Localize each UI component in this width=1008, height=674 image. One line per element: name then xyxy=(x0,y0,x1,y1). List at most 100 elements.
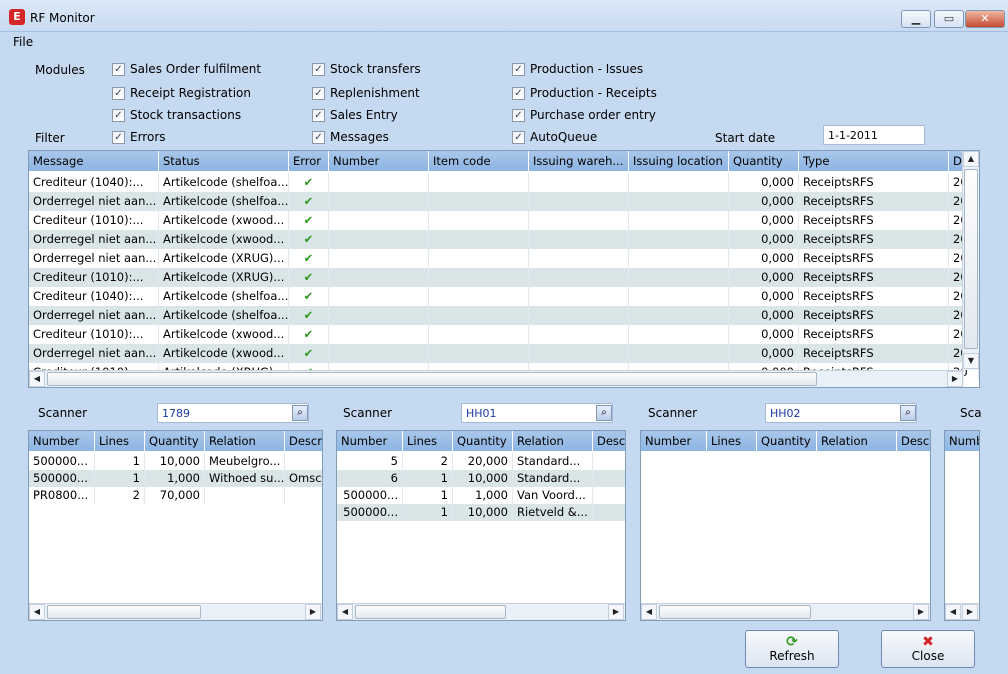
arrow-right-icon[interactable]: ▶ xyxy=(608,604,624,620)
module-checkbox[interactable]: ✓ Stock transactions xyxy=(112,108,241,122)
column-header[interactable]: Quantity xyxy=(145,431,205,451)
filter-checkbox[interactable]: ✓ Errors xyxy=(112,130,166,144)
module-checkbox[interactable]: ✓ Production - Receipts xyxy=(512,86,657,100)
arrow-right-icon[interactable]: ▶ xyxy=(913,604,929,620)
refresh-button[interactable]: ⟳ Refresh xyxy=(745,630,839,668)
table-row[interactable]: Crediteur (1010):...Artikelcode (XRUG)..… xyxy=(29,268,979,287)
column-header[interactable]: Number xyxy=(29,431,95,451)
table-row[interactable]: 500000... 1 1,000 Van Voord... xyxy=(337,487,625,504)
table-row[interactable]: Crediteur (1010):... Artikelcode (xwood..… xyxy=(29,325,979,344)
column-header[interactable]: Lines xyxy=(403,431,453,451)
table-row[interactable]: Orderregel niet aan... Artikelcode (shelf… xyxy=(29,306,979,325)
vertical-scrollbar[interactable]: ▲ ▼ xyxy=(962,151,979,370)
start-date-input[interactable]: 1-1-2011 xyxy=(823,125,925,145)
column-header[interactable]: Lines xyxy=(95,431,145,451)
arrow-right-icon[interactable]: ▶ xyxy=(305,604,321,620)
close-window-button[interactable]: ✕ xyxy=(965,10,1005,28)
column-header[interactable]: Number xyxy=(641,431,707,451)
scanner-input[interactable]: HH02 xyxy=(765,403,917,423)
column-header[interactable]: Issuing location xyxy=(629,151,729,171)
column-header[interactable]: Descr xyxy=(897,431,930,451)
table-row[interactable]: 500000... 1 10,000 Meubelgro... xyxy=(29,453,322,470)
scanner-grid[interactable]: NumberLinesQuantityRelationDescr 5220,000… xyxy=(336,430,626,621)
arrow-left-icon[interactable]: ◀ xyxy=(29,371,45,387)
refresh-icon: ⟳ xyxy=(786,634,798,650)
column-header[interactable]: Numb xyxy=(945,431,979,451)
arrow-left-icon[interactable]: ◀ xyxy=(29,604,45,620)
scroll-thumb[interactable] xyxy=(659,605,811,619)
table-row[interactable]: Crediteur (1040):... Artikelcode (shelfoa… xyxy=(29,173,979,192)
table-row[interactable]: Orderregel niet aan... Artikelcode (xwood… xyxy=(29,344,979,363)
module-checkbox[interactable]: ✓ Sales Order fulfilment xyxy=(112,62,261,76)
close-button[interactable]: ✖ Close xyxy=(881,630,975,668)
rf-message-grid[interactable]: Message Status Error Number Item code Issuing… xyxy=(28,150,980,388)
scanner-grid[interactable]: Number Lines Quantity Relation Descr ◀ ▶ xyxy=(640,430,931,621)
horizontal-scrollbar[interactable]: ◀ ▶ xyxy=(29,603,322,620)
module-checkbox[interactable]: ✓ Stock transfers xyxy=(312,62,421,76)
horizontal-scrollbar[interactable]: ◀ ▶ xyxy=(29,370,964,387)
arrow-right-icon[interactable]: ▶ xyxy=(947,371,963,387)
column-header[interactable]: Quantity xyxy=(729,151,799,171)
column-header[interactable]: Relation xyxy=(513,431,593,451)
arrow-up-icon[interactable]: ▲ xyxy=(963,151,979,167)
module-checkbox[interactable]: ✓ Receipt Registration xyxy=(112,86,251,100)
arrow-left-icon[interactable]: ◀ xyxy=(641,604,657,620)
table-row[interactable]: 500000... 1 1,000 Withoed su... Omscl xyxy=(29,470,322,487)
restore-button[interactable]: ▭ xyxy=(934,10,964,28)
column-header[interactable]: Number xyxy=(329,151,429,171)
column-header[interactable]: Relation xyxy=(817,431,897,451)
table-row[interactable]: Crediteur (1040):... Artikelcode (shelfoa… xyxy=(29,287,979,306)
scanner-grid[interactable]: Number Lines Quantity Relation Descr 500000..… xyxy=(28,430,323,621)
search-icon[interactable]: ⌕ xyxy=(292,405,308,421)
column-header[interactable]: Quantity xyxy=(453,431,513,451)
module-checkbox[interactable]: ✓ Production - Issues xyxy=(512,62,643,76)
column-header[interactable]: Type xyxy=(799,151,949,171)
scanner-input[interactable]: 1789 xyxy=(157,403,309,423)
column-header[interactable]: Lines xyxy=(707,431,757,451)
table-cell xyxy=(429,287,529,306)
table-row[interactable]: Orderregel niet aan... Artikelcode (xwood… xyxy=(29,230,979,249)
menu-file[interactable]: File xyxy=(13,35,33,49)
arrow-left-icon[interactable]: ◀ xyxy=(945,604,961,620)
column-header[interactable]: Quantity xyxy=(757,431,817,451)
arrow-left-icon[interactable]: ◀ xyxy=(337,604,353,620)
minimize-button[interactable]: ▁ xyxy=(901,10,931,28)
table-row[interactable]: 6 1 10,000 Standard... xyxy=(337,470,625,487)
table-cell: ✔ xyxy=(289,230,329,249)
horizontal-scrollbar[interactable]: ◀ ▶ xyxy=(945,603,979,620)
column-header[interactable]: Relation xyxy=(205,431,285,451)
column-header[interactable]: Item code xyxy=(429,151,529,171)
table-row[interactable]: 500000... 1 10,000 Rietveld &... xyxy=(337,504,625,521)
column-header[interactable]: Number xyxy=(337,431,403,451)
module-checkbox[interactable]: ✓ Purchase order entry xyxy=(512,108,656,122)
scroll-thumb[interactable] xyxy=(355,605,506,619)
column-header[interactable]: Issuing wareh... xyxy=(529,151,629,171)
table-row[interactable]: Crediteur (1010):... Artikelcode (xwood..… xyxy=(29,211,979,230)
search-icon[interactable]: ⌕ xyxy=(596,405,612,421)
table-cell: ReceiptsRFS xyxy=(799,344,949,363)
search-icon[interactable]: ⌕ xyxy=(900,405,916,421)
column-header[interactable]: Status xyxy=(159,151,289,171)
filter-checkbox[interactable]: ✓ AutoQueue xyxy=(512,130,597,144)
scroll-thumb[interactable] xyxy=(47,605,201,619)
module-checkbox[interactable]: ✓ Replenishment xyxy=(312,86,420,100)
filter-checkbox[interactable]: ✓ Messages xyxy=(312,130,389,144)
table-row[interactable]: Orderregel niet aan... Artikelcode (shelf… xyxy=(29,192,979,211)
table-cell: 1 xyxy=(403,504,453,521)
table-row[interactable]: 5 2 20,000 Standard... xyxy=(337,453,625,470)
column-header[interactable]: Error xyxy=(289,151,329,171)
column-header[interactable]: Message xyxy=(29,151,159,171)
scanner-input[interactable]: HH01 xyxy=(461,403,613,423)
scroll-thumb[interactable] xyxy=(47,372,817,386)
module-checkbox[interactable]: ✓ Sales Entry xyxy=(312,108,398,122)
arrow-down-icon[interactable]: ▼ xyxy=(963,353,979,369)
horizontal-scrollbar[interactable]: ◀ ▶ xyxy=(337,603,625,620)
arrow-right-icon[interactable]: ▶ xyxy=(962,604,978,620)
column-header[interactable]: Descr xyxy=(285,431,322,451)
table-row[interactable]: PR0800... 2 70,000 xyxy=(29,487,322,504)
column-header[interactable]: Descr xyxy=(593,431,625,451)
scanner-grid[interactable]: Numb ◀ ▶ xyxy=(944,430,980,621)
table-row[interactable]: Orderregel niet aan... Artikelcode (XRUG)… xyxy=(29,249,979,268)
scroll-thumb[interactable] xyxy=(964,169,978,349)
horizontal-scrollbar[interactable]: ◀ ▶ xyxy=(641,603,930,620)
